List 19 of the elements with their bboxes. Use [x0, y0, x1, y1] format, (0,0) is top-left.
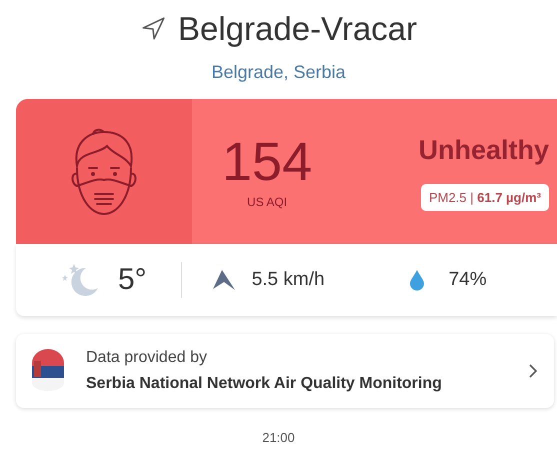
- chevron-right-icon: [528, 363, 538, 379]
- pollutant-badge: PM2.5 | 61.7 µg/m³: [420, 184, 549, 211]
- source-name: Serbia National Network Air Quality Monitoring: [86, 375, 443, 393]
- time-label: 21:00: [261, 430, 296, 445]
- aqi-value: 154: [222, 135, 312, 189]
- aqi-status: Unhealthy: [418, 135, 549, 166]
- masked-face-icon: [69, 128, 139, 216]
- navigation-arrow-icon: [140, 16, 166, 42]
- wind-direction-icon: [212, 269, 236, 291]
- water-drop-icon: [408, 269, 425, 291]
- wind-reading: 5.5 km/h: [252, 269, 325, 291]
- source-label: Data provided by: [86, 349, 208, 367]
- source-card[interactable]: Data provided by Serbia National Network Air Quality Monitoring: [16, 334, 554, 408]
- temperature-reading: 5°: [118, 263, 147, 297]
- humidity-reading: 74%: [448, 269, 487, 291]
- location-subtitle: Belgrade, Serbia: [211, 62, 346, 83]
- aqi-unit: US AQI: [247, 195, 288, 209]
- location-title: Belgrade-Vracar: [178, 10, 418, 48]
- moon-stars-icon: [60, 262, 100, 298]
